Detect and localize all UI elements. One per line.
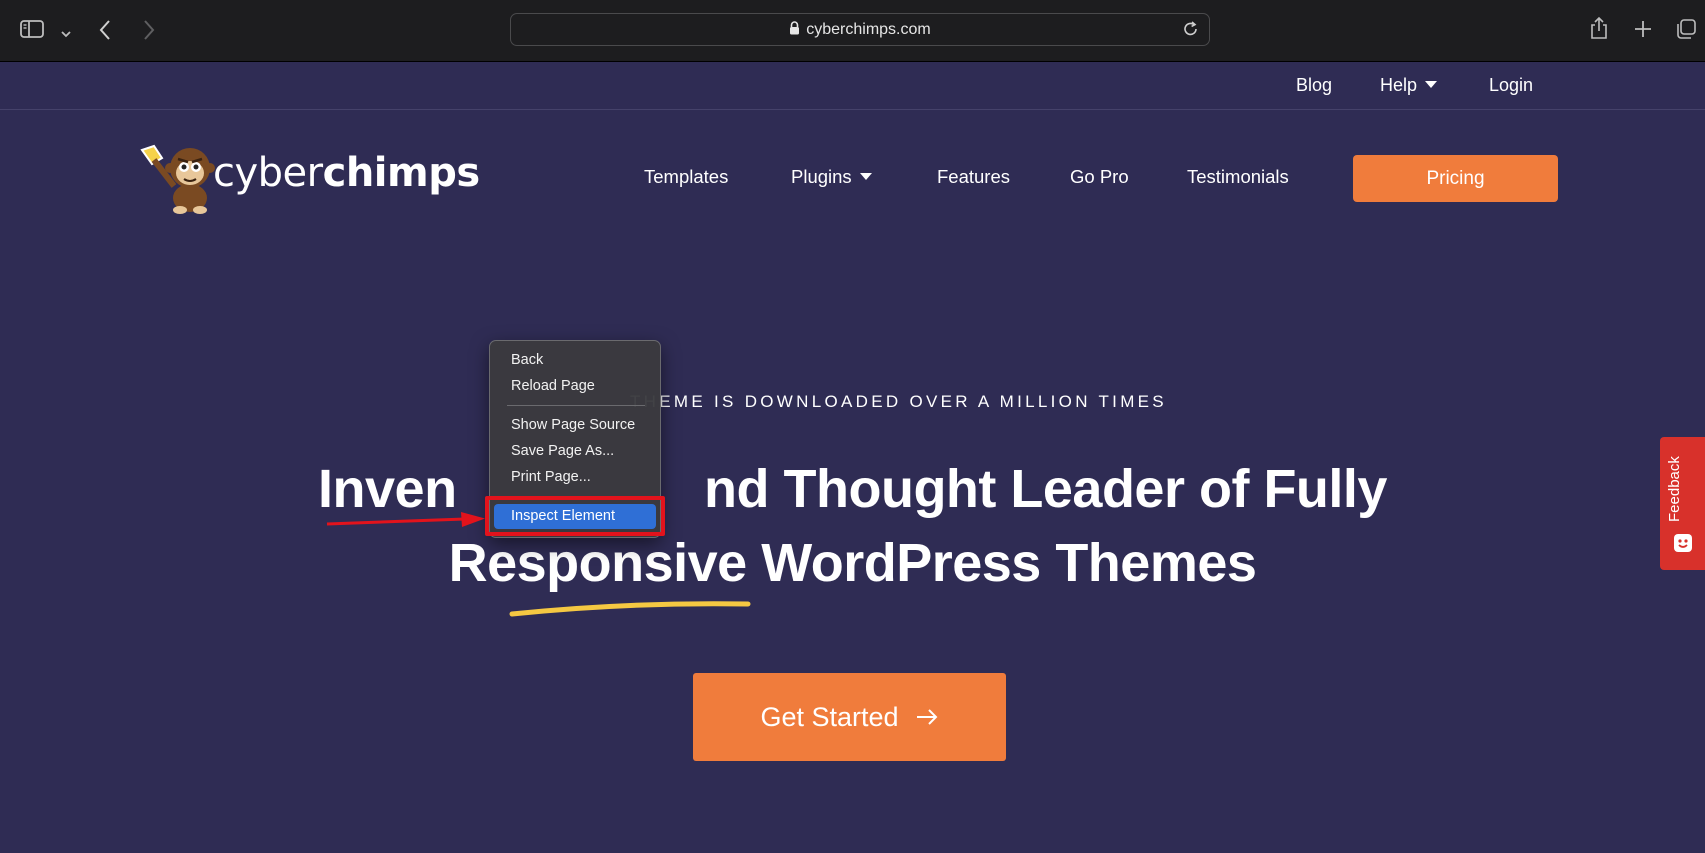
feedback-tab[interactable]: Feedback xyxy=(1660,437,1705,570)
get-started-button[interactable]: Get Started xyxy=(693,673,1006,761)
nav-go-pro[interactable]: Go Pro xyxy=(1070,166,1129,188)
logo-word-chimps: chimps xyxy=(322,150,481,196)
nav-plugins-label: Plugins xyxy=(791,166,852,187)
hero-tagline: THEME IS DOWNLOADED OVER A MILLION TIMES xyxy=(630,392,1167,411)
nav-features[interactable]: Features xyxy=(937,166,1010,188)
sidebar-icon[interactable] xyxy=(20,19,44,44)
utility-nav: Blog Help Login xyxy=(0,62,1705,110)
logo-wordmark: cyberchimps xyxy=(213,150,480,196)
hero-headline-line1: Inven nd Thought Leader of Fully xyxy=(318,459,1387,519)
menu-separator xyxy=(507,405,645,406)
back-arrow-icon[interactable] xyxy=(98,19,112,46)
nav-blog[interactable]: Blog xyxy=(1296,75,1332,96)
menu-item-print-page[interactable]: Print Page... xyxy=(494,465,656,490)
logo[interactable]: cyberchimps xyxy=(140,140,480,215)
chimp-mascot-icon xyxy=(140,144,215,214)
menu-item-reload-page[interactable]: Reload Page xyxy=(494,374,656,399)
browser-toolbar: cyberchimps.com xyxy=(0,0,1705,62)
caret-down-icon xyxy=(859,173,872,180)
hero-headline-line2: Responsive WordPress Themes xyxy=(448,533,1257,593)
pricing-button[interactable]: Pricing xyxy=(1353,155,1558,202)
logo-word-cyber: cyber xyxy=(213,150,323,196)
nav-testimonials[interactable]: Testimonials xyxy=(1187,166,1289,188)
menu-item-save-page-as[interactable]: Save Page As... xyxy=(494,439,656,464)
arrow-right-icon xyxy=(916,709,937,725)
feedback-label: Feedback xyxy=(1666,456,1683,522)
annotation-highlight-box xyxy=(485,496,665,536)
get-started-label: Get Started xyxy=(760,701,899,732)
menu-item-show-page-source[interactable]: Show Page Source xyxy=(494,413,656,438)
new-tab-icon[interactable] xyxy=(1633,19,1653,44)
nav-plugins[interactable]: Plugins xyxy=(791,166,872,188)
reload-icon[interactable] xyxy=(1183,20,1199,43)
lock-icon xyxy=(789,21,800,40)
caret-down-icon xyxy=(1425,81,1438,88)
menu-item-back[interactable]: Back xyxy=(494,348,656,373)
annotation-arrow-icon xyxy=(326,512,485,527)
chevron-down-icon[interactable] xyxy=(60,25,72,43)
url-text: cyberchimps.com xyxy=(806,21,931,38)
nav-login[interactable]: Login xyxy=(1489,75,1533,96)
tabs-overview-icon[interactable] xyxy=(1675,18,1697,45)
forward-arrow-icon[interactable] xyxy=(142,19,156,46)
nav-templates[interactable]: Templates xyxy=(644,166,728,188)
yellow-underline-swoosh xyxy=(509,601,751,617)
feedback-face-icon xyxy=(1674,534,1692,552)
address-bar[interactable]: cyberchimps.com xyxy=(510,13,1210,46)
share-icon[interactable] xyxy=(1589,16,1609,45)
nav-help[interactable]: Help xyxy=(1380,75,1438,96)
nav-help-label: Help xyxy=(1380,75,1418,95)
